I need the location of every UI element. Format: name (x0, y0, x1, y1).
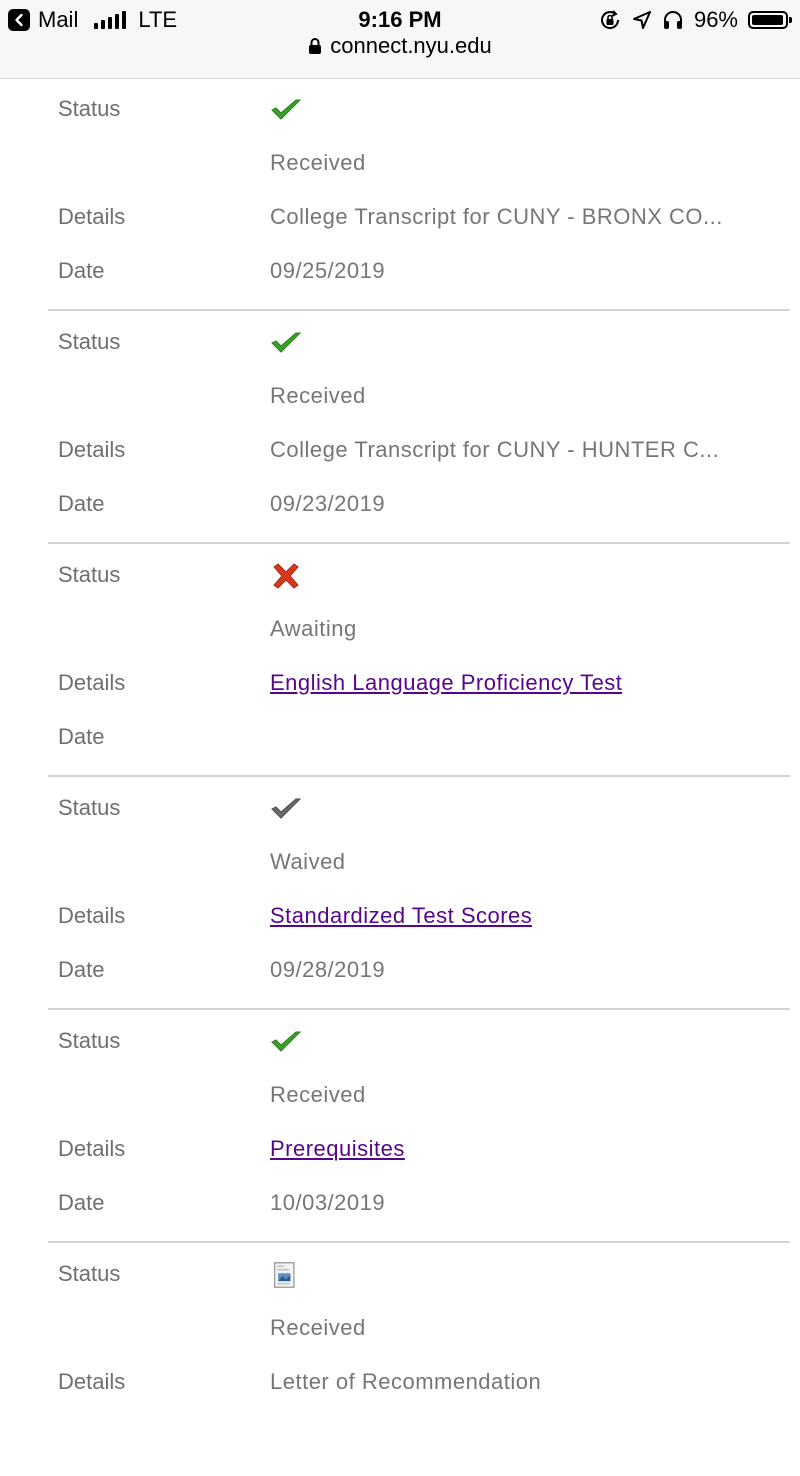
status-value: Waived (270, 849, 346, 874)
status-right: 96% (598, 7, 792, 33)
green-check-icon (271, 1031, 302, 1052)
document-icon (273, 1262, 295, 1288)
checklist-item: Status Received Details College Transcri… (48, 78, 790, 311)
status-label: Status (58, 329, 121, 354)
checklist: Status Received Details College Transcri… (48, 78, 790, 1476)
details-value: College Transcript for CUNY - BRONX CO..… (270, 204, 723, 229)
headphones-icon (663, 11, 682, 29)
status-label: Status (58, 795, 121, 820)
status-value: Received (270, 1315, 366, 1340)
date-label: Date (58, 1190, 105, 1215)
status-value: Awaiting (270, 616, 357, 641)
date-label: Date (58, 491, 105, 516)
standardized-test-scores-link[interactable]: Standardized Test Scores (270, 903, 532, 928)
checklist-item: Status Received Details Letter of Recomm… (48, 1243, 790, 1476)
checklist-item: Status Awaiting Details English Language… (48, 544, 790, 777)
red-x-icon (273, 563, 299, 589)
rotation-lock-icon (600, 10, 619, 29)
date-label: Date (58, 258, 105, 283)
status-label: Status (58, 96, 121, 121)
lock-icon (308, 37, 322, 55)
details-value: College Transcript for CUNY - HUNTER C..… (270, 437, 720, 462)
status-label: Status (58, 562, 121, 587)
checklist-item: Status Waived Details Standardized Test … (48, 777, 790, 1010)
details-label: Details (58, 437, 126, 462)
status-value: Received (270, 150, 366, 175)
prerequisites-link[interactable]: Prerequisites (270, 1136, 405, 1161)
gray-check-icon (271, 798, 302, 819)
details-value: Letter of Recommendation (270, 1369, 542, 1394)
details-label: Details (58, 1369, 126, 1394)
green-check-icon (271, 99, 302, 120)
url-bar[interactable]: connect.nyu.edu (0, 33, 800, 59)
english-proficiency-link[interactable]: English Language Proficiency Test (270, 670, 622, 695)
date-label: Date (58, 957, 105, 982)
status-value: Received (270, 1082, 366, 1107)
date-value: 09/25/2019 (270, 258, 386, 283)
ios-status-bar: Mail LTE 9:16 PM connect.nyu.edu 96% (0, 0, 800, 79)
battery-icon (748, 11, 792, 29)
date-value: 10/03/2019 (270, 1190, 386, 1215)
battery-percent: 96% (693, 7, 738, 32)
details-label: Details (58, 670, 126, 695)
green-check-icon (271, 332, 302, 353)
date-label: Date (58, 724, 105, 749)
status-label: Status (58, 1261, 121, 1286)
date-value: 09/28/2019 (270, 957, 386, 982)
details-label: Details (58, 903, 126, 928)
details-label: Details (58, 1136, 126, 1161)
checklist-item: Status Received Details Prerequisites Da… (48, 1010, 790, 1243)
checklist-item: Status Received Details College Transcri… (48, 311, 790, 544)
url-text: connect.nyu.edu (330, 33, 492, 58)
details-label: Details (58, 204, 126, 229)
location-arrow-icon (632, 11, 651, 29)
status-label: Status (58, 1028, 121, 1053)
date-value: 09/23/2019 (270, 491, 386, 516)
status-value: Received (270, 383, 366, 408)
